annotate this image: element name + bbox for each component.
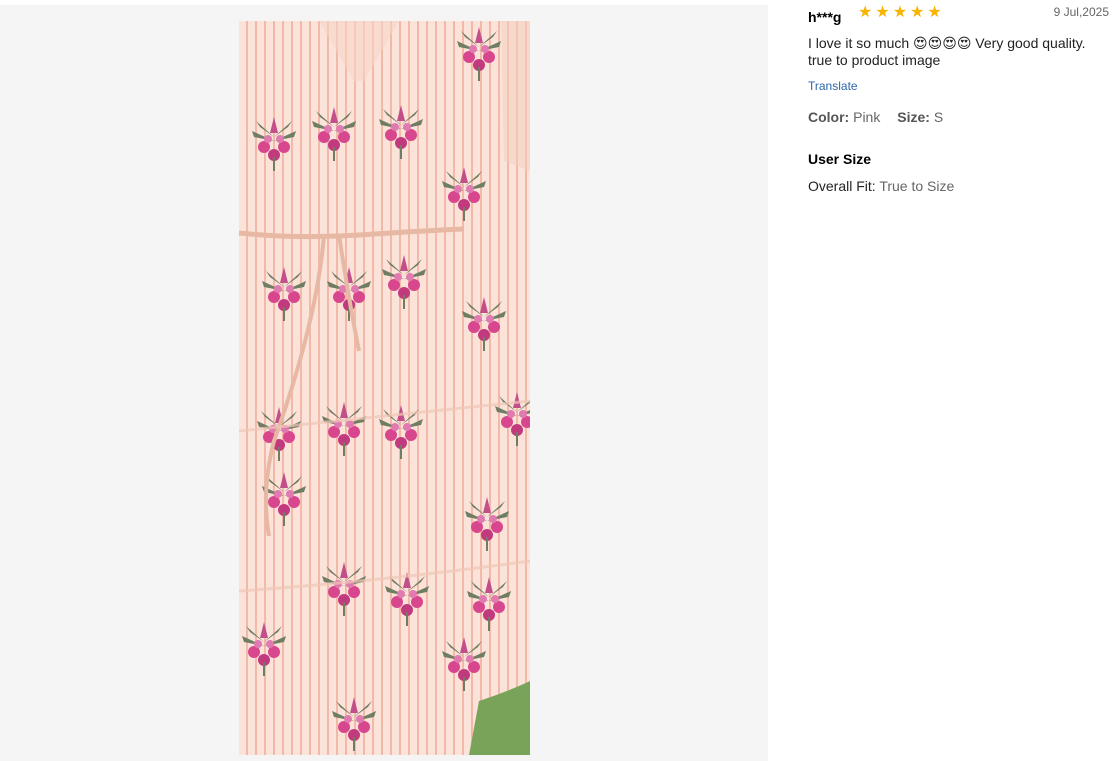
color-attribute: Color: Pink (808, 109, 880, 125)
star-rating: ★ ★ ★ ★ ★ (858, 4, 942, 22)
color-value: Pink (853, 109, 881, 125)
overall-fit: Overall Fit: True to Size (808, 178, 954, 194)
star-icon: ★ (892, 4, 908, 21)
review-text: I love it so much 😍😍😍😍 Very good quality… (808, 35, 1086, 68)
fit-value: True to Size (879, 178, 955, 194)
size-value: S (933, 109, 944, 125)
review-photo[interactable] (239, 21, 530, 755)
color-label: Color: (808, 109, 850, 125)
dress-print-illustration (239, 21, 530, 755)
star-icon: ★ (858, 4, 873, 21)
star-icon: ★ (927, 4, 942, 21)
star-icon: ★ (910, 4, 925, 21)
size-attribute: Size: S (897, 109, 943, 125)
translate-link[interactable]: Translate (808, 79, 858, 93)
star-icon: ★ (875, 4, 890, 21)
review-date: 9 Jul,2025 (1053, 5, 1109, 19)
size-label: Size: (897, 109, 930, 125)
reviewer-name: h***g (808, 9, 842, 25)
review-image-panel (0, 5, 768, 761)
user-size-heading: User Size (808, 151, 872, 167)
purchase-attributes: Color: Pink Size: S (808, 109, 956, 125)
fit-label: Overall Fit: (808, 178, 876, 194)
